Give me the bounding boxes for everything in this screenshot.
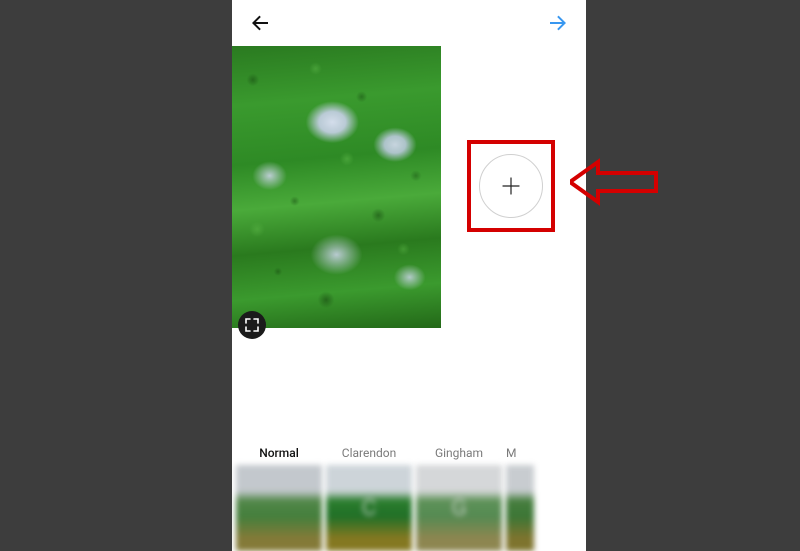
topbar xyxy=(232,0,586,46)
filter-label: Gingham xyxy=(435,441,483,465)
filter-thumb: G xyxy=(416,465,502,551)
filter-label: Normal xyxy=(259,441,299,465)
filter-thumb xyxy=(236,465,322,551)
filter-thumb xyxy=(506,465,534,551)
filter-strip[interactable]: Normal Clarendon C Gingham G M xyxy=(232,431,586,551)
back-icon[interactable] xyxy=(248,11,272,35)
filter-thumb: C xyxy=(326,465,412,551)
filter-overlay-letter: G xyxy=(416,465,502,551)
filter-overlay-letter xyxy=(506,465,534,551)
filter-clarendon[interactable]: Clarendon C xyxy=(326,441,412,551)
selected-photo[interactable] xyxy=(232,46,441,328)
photo-area xyxy=(232,46,586,328)
filter-overlay-letter: C xyxy=(326,465,412,551)
filter-gingham[interactable]: Gingham G xyxy=(416,441,502,551)
annotation-highlight-box xyxy=(467,140,555,232)
filter-label: M xyxy=(506,441,534,465)
filter-normal[interactable]: Normal xyxy=(236,441,322,551)
filter-overlay-letter xyxy=(236,465,322,551)
next-icon[interactable] xyxy=(546,11,570,35)
filter-partial-next[interactable]: M xyxy=(506,441,534,551)
filter-label: Clarendon xyxy=(342,441,396,465)
crop-expand-button[interactable] xyxy=(238,311,266,339)
phone-screen: Normal Clarendon C Gingham G M xyxy=(232,0,586,551)
